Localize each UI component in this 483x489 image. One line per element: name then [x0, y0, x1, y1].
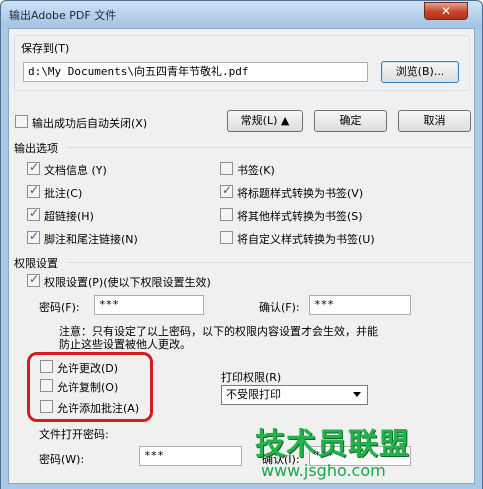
bookmarks-checkbox[interactable]	[220, 162, 233, 175]
footnote-links-checkbox[interactable]	[27, 229, 40, 244]
dialog-window: 输出Adobe PDF 文件 ✕ 保存到(T) d:\My Documents\…	[0, 0, 483, 489]
cancel-button[interactable]: 取消	[398, 110, 471, 132]
footnote-links-label: 脚注和尾注链接(N)	[44, 233, 138, 246]
title-bar[interactable]: 输出Adobe PDF 文件 ✕	[1, 1, 482, 27]
permissions-checkbox[interactable]	[27, 272, 40, 287]
save-path-field[interactable]: d:\My Documents\向五四青年节敬礼.pdf	[23, 62, 368, 82]
permissions-label: 权限设置(P)(使以下权限设置生效)	[44, 276, 211, 289]
other-styles-to-bookmarks-label: 将其他样式转换为书签(S)	[237, 210, 363, 223]
watermark-url: www.jsgho.com	[261, 461, 386, 480]
output-options-heading: 输出选项	[14, 142, 58, 155]
auto-close-label: 输出成功后自动关闭(X)	[32, 117, 148, 130]
save-to-label: 保存到(T)	[21, 42, 70, 55]
window-title: 输出Adobe PDF 文件	[9, 9, 117, 22]
output-options-separator	[67, 147, 471, 148]
open-password-field[interactable]: ***	[139, 446, 242, 466]
comments-checkbox[interactable]	[27, 183, 40, 198]
permissions-separator	[67, 262, 471, 263]
other-styles-to-bookmarks-checkbox[interactable]	[220, 208, 233, 221]
bookmarks-label: 书签(K)	[237, 164, 275, 177]
doc-info-checkbox[interactable]	[27, 160, 40, 175]
watermark: 技术员联盟 www.jsgho.com	[255, 419, 470, 485]
custom-styles-to-bookmarks-label: 将自定义样式转换为书签(U)	[237, 233, 375, 246]
open-password-label: 密码(W):	[39, 453, 85, 466]
permissions-heading: 权限设置	[14, 257, 58, 270]
hyperlinks-label: 超链接(H)	[44, 210, 94, 223]
chevron-down-icon	[353, 392, 361, 397]
ok-button[interactable]: 确定	[314, 110, 387, 132]
print-permission-value: 不受限打印	[226, 388, 281, 401]
password-label: 密码(F):	[39, 301, 80, 314]
close-button[interactable]: ✕	[424, 2, 468, 20]
permissions-note-line2: 防止这些设置被他人更改。	[59, 338, 191, 351]
watermark-logo: 技术员联盟	[255, 427, 410, 462]
general-button[interactable]: 常规(L) ▲	[227, 110, 303, 132]
password-field[interactable]: ***	[94, 295, 204, 315]
heading-to-bookmarks-label: 将标题样式转换为书签(V)	[237, 187, 364, 200]
doc-info-label: 文档信息 (Y)	[44, 164, 107, 177]
hyperlinks-checkbox[interactable]	[27, 206, 40, 221]
annotation-highlight	[27, 352, 153, 422]
confirm-label: 确认(F):	[259, 301, 300, 314]
browse-button[interactable]: 浏览(B)...	[381, 61, 459, 83]
open-password-heading: 文件打开密码:	[39, 428, 109, 441]
comments-label: 批注(C)	[44, 187, 83, 200]
confirm-field[interactable]: ***	[309, 295, 411, 315]
heading-to-bookmarks-checkbox[interactable]	[220, 183, 233, 198]
dialog-body: 保存到(T) d:\My Documents\向五四青年节敬礼.pdf 浏览(B…	[8, 28, 475, 484]
print-permission-label: 打印权限(R)	[221, 371, 282, 384]
custom-styles-to-bookmarks-checkbox[interactable]	[220, 231, 233, 244]
auto-close-checkbox[interactable]	[15, 115, 28, 128]
print-permission-select[interactable]: 不受限打印	[221, 385, 368, 405]
